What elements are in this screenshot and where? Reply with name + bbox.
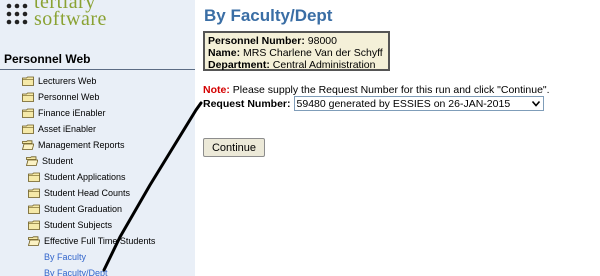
personnel-number-value: 98000 [307,35,337,47]
logo-line-2: software [34,8,107,30]
sidebar-item-lecturers-web[interactable]: Lecturers Web [22,73,96,89]
personnel-number-label: Personnel Number: [208,35,305,47]
sidebar-link-by-faculty[interactable]: By Faculty [44,249,86,265]
sidebar-item-student[interactable]: Student [26,153,73,169]
logo-dots-icon [6,3,28,25]
sidebar-item-label: Lecturers Web [38,76,97,86]
folder-open-icon [26,156,38,166]
sidebar-item-asset-ienabler[interactable]: Asset iEnabler [22,121,96,137]
folder-open-icon [22,140,34,150]
sidebar-item-label: Asset iEnabler [38,124,97,134]
sidebar-item-label: Student Applications [44,172,126,182]
sidebar-item-finance-ienabler[interactable]: Finance iEnabler [22,105,106,121]
folder-closed-icon [28,220,40,230]
chevron-down-icon [531,100,540,107]
department-value: Central Administration [272,59,376,71]
sidebar-item-label: Student Graduation [44,204,123,214]
personnel-number-row: Personnel Number: 98000 [208,35,385,47]
request-number-select[interactable]: 59480 generated by ESSIES on 26-JAN-2015 [293,96,544,111]
sidebar-item-label: Student Head Counts [44,188,131,198]
logo: tertiary software [0,0,195,36]
folder-closed-icon [22,124,34,134]
continue-button[interactable]: Continue [203,138,265,157]
sidebar-item-effective-full-time-students[interactable]: Effective Full Time Students [28,233,155,249]
note-text: Please supply the Request Number for thi… [232,84,550,96]
folder-closed-icon [22,108,34,118]
sidebar-item-label: Management Reports [38,140,125,150]
name-row: Name: MRS Charlene Van der Schyff [208,47,385,59]
sidebar-item-management-reports[interactable]: Management Reports [22,137,125,153]
folder-closed-icon [28,204,40,214]
folder-closed-icon [28,172,40,182]
name-label: Name: [208,47,241,59]
folder-closed-icon [22,92,34,102]
page-title: By Faculty/Dept [204,6,333,25]
note-label: Note: [203,84,230,96]
sidebar-item-student-head-counts[interactable]: Student Head Counts [28,185,130,201]
sidebar-item-personnel-web[interactable]: Personnel Web [22,89,99,105]
request-number-row: Request Number: 59480 generated by ESSIE… [203,96,544,111]
sidebar-item-student-subjects[interactable]: Student Subjects [28,217,112,233]
sidebar-section-title: Personnel Web [0,50,195,70]
sidebar-item-label: Effective Full Time Students [44,236,156,246]
sidebar-item-student-applications[interactable]: Student Applications [28,169,126,185]
sidebar-item-label: Student [42,156,74,166]
sidebar-item-label: By Faculty [44,252,87,262]
sidebar-item-label: Student Subjects [44,220,113,230]
department-row: Department: Central Administration [208,59,385,71]
folder-closed-icon [28,188,40,198]
sidebar-item-label: Personnel Web [38,92,100,102]
sidebar-item-label: By Faculty/Dept [44,268,108,276]
department-label: Department: [208,59,270,71]
note-message: Note: Please supply the Request Number f… [203,84,550,96]
folder-closed-icon [22,76,34,86]
request-number-value: 59480 generated by ESSIES on 26-JAN-2015 [296,97,511,110]
sidebar: tertiary software Personnel Web Lecturer… [0,0,195,276]
personnel-info-box: Personnel Number: 98000 Name: MRS Charle… [203,31,390,71]
name-value: MRS Charlene Van der Schyff [243,47,383,59]
logo-text: tertiary software [34,0,107,30]
folder-open-icon [28,236,40,246]
sidebar-item-student-graduation[interactable]: Student Graduation [28,201,122,217]
sidebar-item-label: Finance iEnabler [38,108,106,118]
request-number-label: Request Number: [203,97,291,110]
sidebar-link-by-faculty-dept[interactable]: By Faculty/Dept [44,265,108,276]
